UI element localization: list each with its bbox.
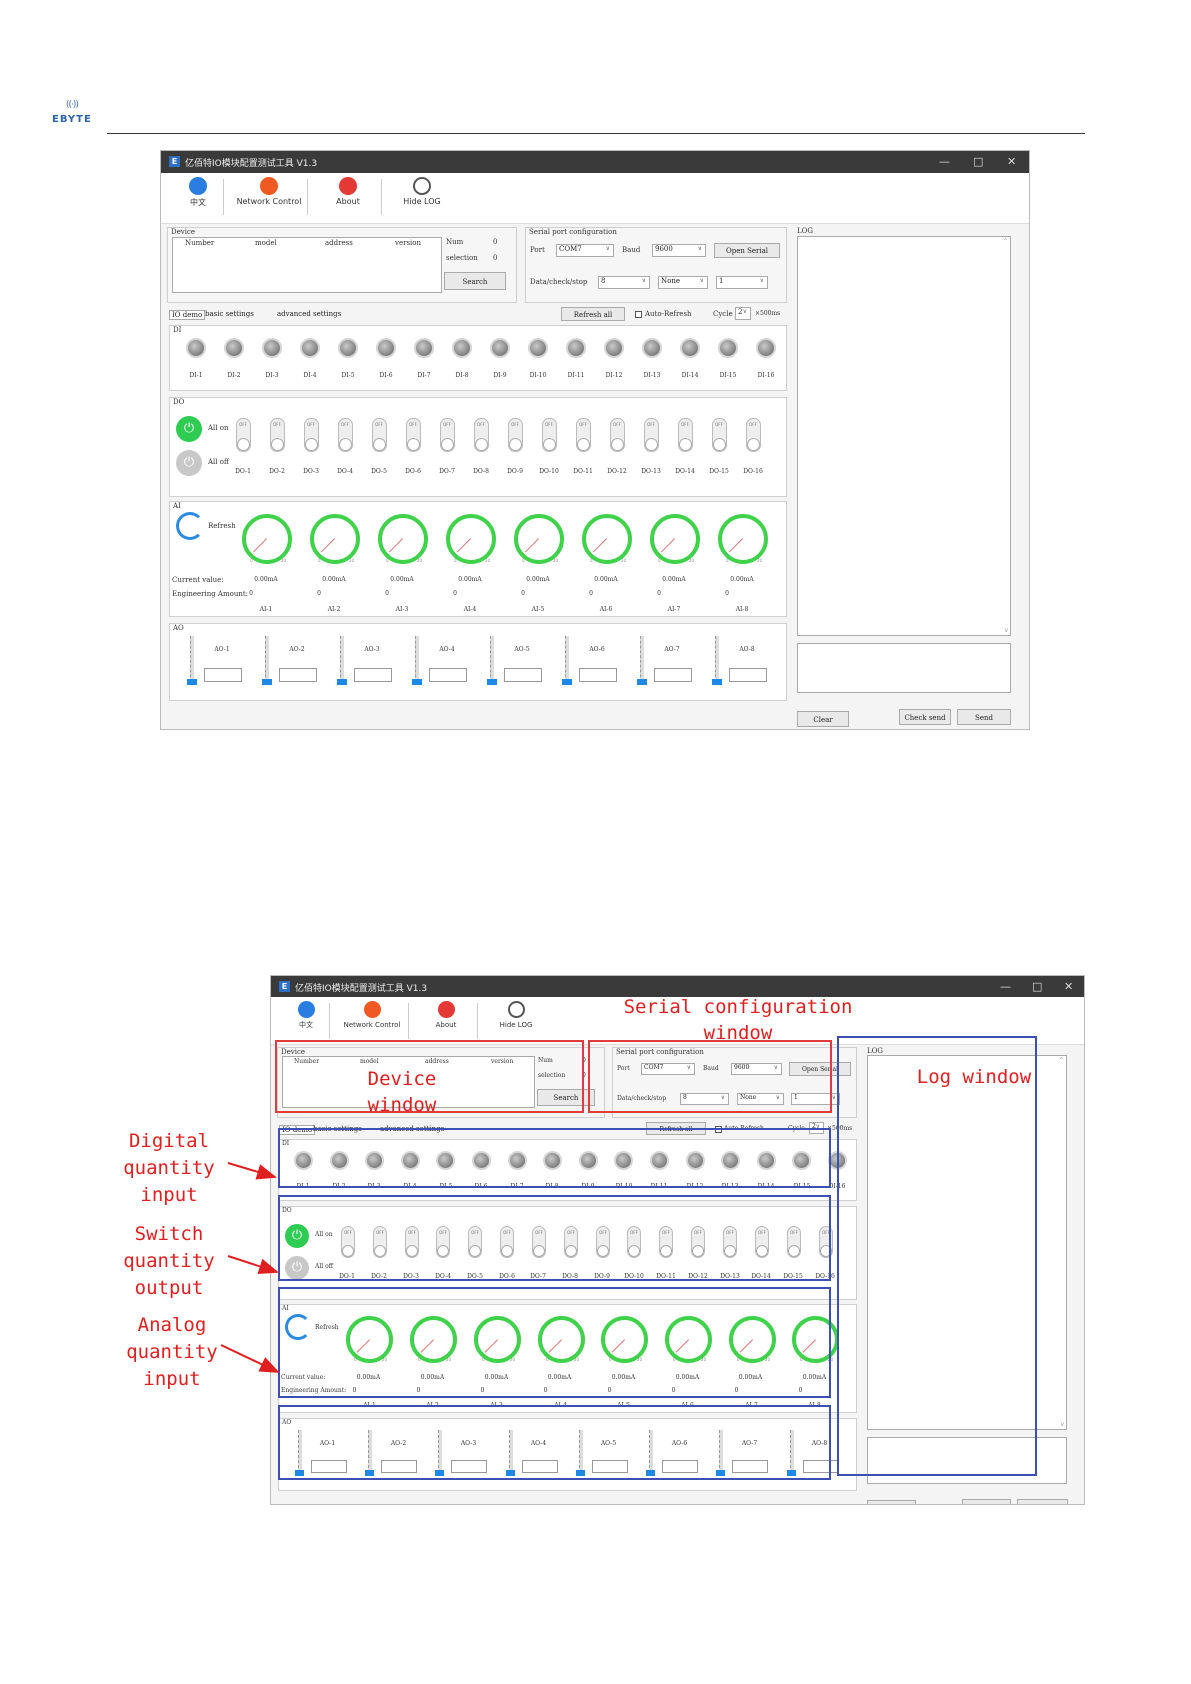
device-window-annotation: Device window <box>367 1068 437 1116</box>
serial-window-annotation: Serial configuration window <box>623 996 853 1044</box>
arrow-digital <box>227 1162 277 1180</box>
arrow-switch <box>227 1255 279 1275</box>
arrow-analog <box>220 1344 280 1373</box>
log-window-annotation: Log window <box>916 1066 1032 1088</box>
annotation-arrows <box>220 1162 280 1373</box>
